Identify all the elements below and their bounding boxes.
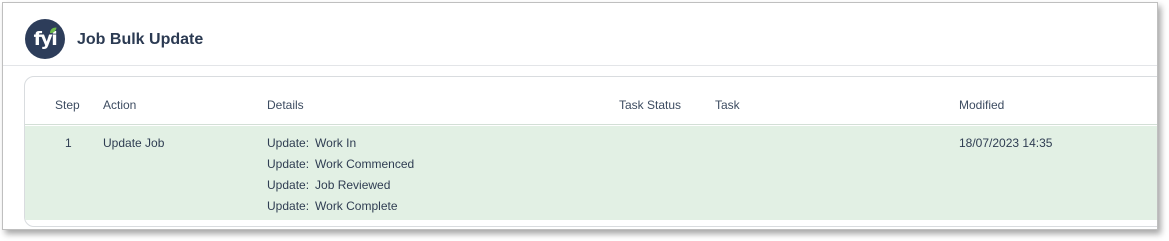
table-header: Step Action Details Task Status Task Mod… <box>25 77 1157 125</box>
detail-prefix: Update: <box>267 178 310 192</box>
column-header-task: Task <box>715 98 740 112</box>
column-header-details: Details <box>267 98 304 112</box>
leaf-icon <box>50 27 57 34</box>
bulk-update-window: fyi Job Bulk Update Step Action Details … <box>2 2 1158 230</box>
detail-line: Update: Work Complete <box>267 199 398 213</box>
details-cell: Update: Work In Update: Work Commenced Upd… <box>267 136 597 220</box>
column-header-action: Action <box>103 98 137 112</box>
detail-prefix: Update: <box>267 157 310 171</box>
column-header-modified: Modified <box>959 98 1005 112</box>
detail-line: Update: Work Commenced <box>267 157 414 171</box>
modified-cell: 18/07/2023 14:35 <box>959 136 1053 150</box>
page-title: Job Bulk Update <box>77 31 204 48</box>
detail-value: Work Commenced <box>315 157 415 171</box>
detail-value: Job Reviewed <box>315 178 391 192</box>
detail-line: Update: Job Reviewed <box>267 178 390 192</box>
step-cell: 1 <box>65 136 72 150</box>
detail-line: Update: Work In <box>267 136 356 150</box>
job-steps-table: Step Action Details Task Status Task Mod… <box>24 76 1157 227</box>
detail-prefix: Update: <box>267 136 310 150</box>
detail-value: Work In <box>315 136 357 150</box>
detail-prefix: Update: <box>267 199 310 213</box>
action-cell: Update Job <box>103 136 165 150</box>
page-header: fyi Job Bulk Update <box>3 3 1157 66</box>
table-row[interactable]: 1 Update Job Update: Work In Update: Work … <box>25 126 1157 220</box>
logo-text: fyi <box>33 28 58 50</box>
column-header-task-status: Task Status <box>619 98 682 112</box>
fyi-logo: fyi <box>25 19 65 59</box>
detail-value: Work Complete <box>315 199 398 213</box>
column-header-step: Step <box>55 98 80 112</box>
